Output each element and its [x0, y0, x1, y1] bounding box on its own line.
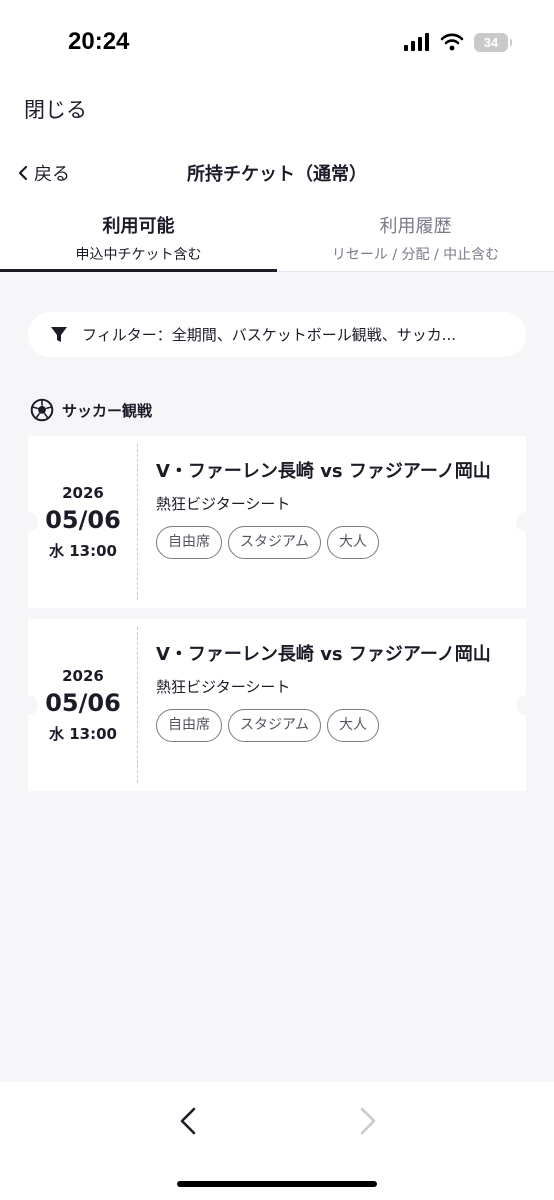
- page-header: 戻る 所持チケット（通常）: [0, 140, 554, 202]
- active-tab-indicator: [0, 269, 277, 272]
- ticket-divider: [137, 444, 138, 600]
- top-bar: 閉じる: [0, 80, 554, 140]
- ticket-tag: 自由席: [156, 709, 222, 742]
- ticket-tag: 自由席: [156, 526, 222, 559]
- battery-icon: 34: [474, 32, 512, 52]
- ticket-divider: [137, 627, 138, 783]
- ticket-tag: スタジアム: [228, 709, 322, 742]
- nav-forward-chevron-icon[interactable]: [358, 1106, 378, 1136]
- ticket-details: V・ファーレン長崎 vs ファジアーノ岡山 熱狂ビジターシート 自由席 スタジア…: [156, 456, 506, 559]
- browser-nav-bar: [0, 1082, 554, 1200]
- soccer-ball-icon: [30, 398, 54, 422]
- status-time: 20:24: [68, 28, 130, 55]
- ticket-tags: 自由席 スタジアム 大人: [156, 709, 506, 742]
- ticket-seat: 熱狂ビジターシート: [156, 495, 291, 513]
- filter-summary: フィルター：全期間、バスケットボール観戦、サッカ...: [82, 326, 457, 344]
- ticket-details: V・ファーレン長崎 vs ファジアーノ岡山 熱狂ビジターシート 自由席 スタジア…: [156, 639, 506, 742]
- ticket-match: V・ファーレン長崎 vs ファジアーノ岡山: [156, 644, 491, 665]
- filter-funnel-icon: [51, 326, 67, 342]
- ticket-card[interactable]: 2026 05/06 水 13:00 V・ファーレン長崎 vs ファジアーノ岡山…: [18, 436, 536, 608]
- ticket-date: 05/06: [45, 688, 121, 717]
- section-label: サッカー観戦: [62, 401, 153, 420]
- close-button[interactable]: 閉じる: [24, 94, 87, 124]
- nav-back-chevron-icon[interactable]: [178, 1106, 198, 1136]
- battery-level: 34: [483, 34, 499, 50]
- ticket-tag: 大人: [327, 526, 380, 559]
- ticket-tabs: 利用可能 申込中チケット含む 利用履歴 リセール / 分配 / 中止含む: [0, 202, 554, 272]
- filter-button[interactable]: フィルター：全期間、バスケットボール観戦、サッカ...: [28, 312, 526, 357]
- section-header-soccer: サッカー観戦: [30, 398, 152, 422]
- ticket-date-block: 2026 05/06 水 13:00: [28, 619, 138, 791]
- status-icons: 34: [404, 30, 512, 54]
- ticket-time: 水 13:00: [49, 541, 117, 560]
- home-indicator: [177, 1181, 377, 1187]
- tab-history[interactable]: 利用履歴 リセール / 分配 / 中止含む: [277, 202, 554, 271]
- ticket-date-block: 2026 05/06 水 13:00: [28, 436, 138, 608]
- ticket-date: 05/06: [45, 505, 121, 534]
- ticket-tags: 自由席 スタジアム 大人: [156, 526, 506, 559]
- tab-history-sub: リセール / 分配 / 中止含む: [331, 247, 500, 263]
- ticket-year: 2026: [62, 483, 104, 502]
- ticket-seat: 熱狂ビジターシート: [156, 678, 291, 696]
- ticket-card[interactable]: 2026 05/06 水 13:00 V・ファーレン長崎 vs ファジアーノ岡山…: [18, 619, 536, 791]
- ticket-tag: スタジアム: [228, 526, 322, 559]
- ticket-match: V・ファーレン長崎 vs ファジアーノ岡山: [156, 461, 491, 482]
- page-title: 所持チケット（通常）: [187, 164, 367, 185]
- status-bar: 20:24 34: [0, 0, 554, 80]
- ticket-year: 2026: [62, 666, 104, 685]
- tab-available[interactable]: 利用可能 申込中チケット含む: [0, 202, 277, 272]
- ticket-tag: 大人: [327, 709, 380, 742]
- ticket-time: 水 13:00: [49, 724, 117, 743]
- tab-available-label: 利用可能: [102, 216, 175, 237]
- wifi-icon: [440, 33, 464, 51]
- tab-history-label: 利用履歴: [379, 216, 452, 237]
- tab-available-sub: 申込中チケット含む: [75, 247, 202, 263]
- cellular-signal-icon: [404, 33, 429, 51]
